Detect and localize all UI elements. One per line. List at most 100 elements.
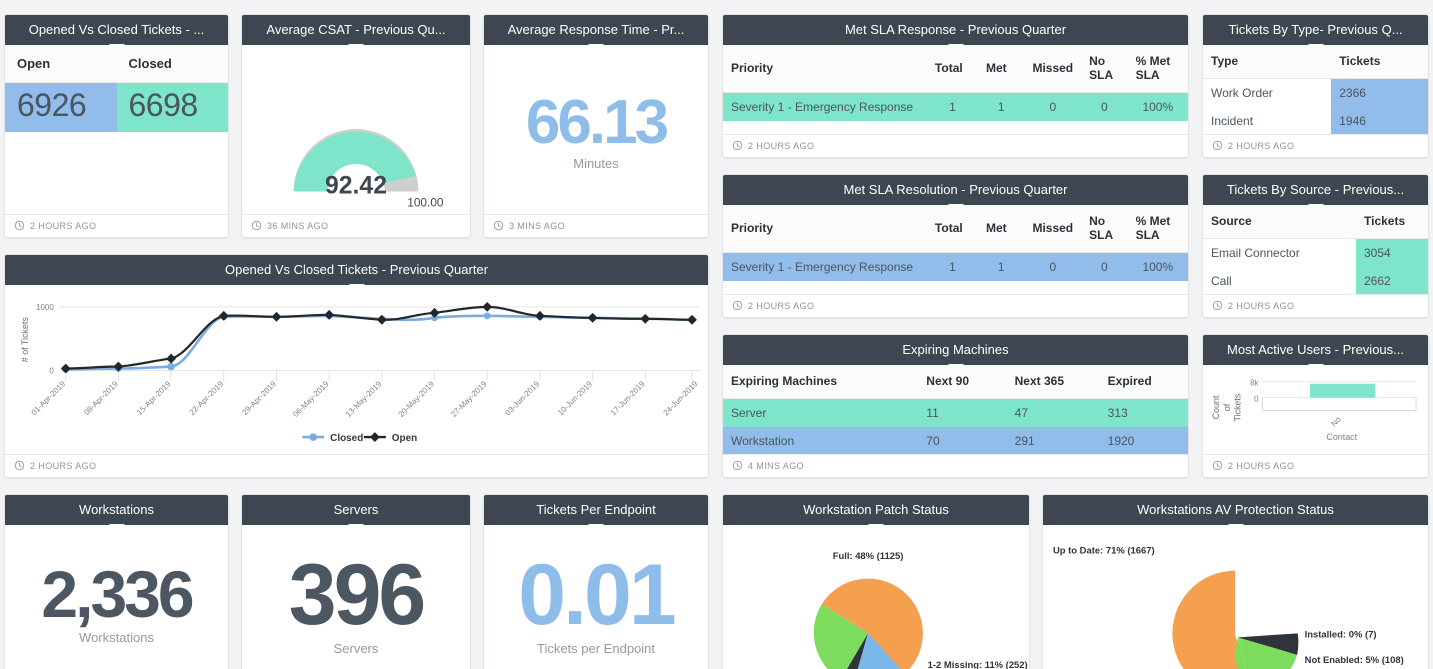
tickets-per-endpoint-sub-label: Tickets per Endpoint	[536, 640, 656, 656]
table-row[interactable]: Call 2662	[1203, 267, 1428, 294]
clock-icon	[732, 140, 743, 151]
clock-icon	[251, 220, 262, 231]
card-tickets-per-endpoint[interactable]: Tickets Per Endpoint 0.01 Tickets per En…	[483, 494, 709, 669]
open-count-value[interactable]: 6926	[5, 83, 117, 132]
col-missed[interactable]: Missed	[1024, 45, 1082, 93]
workstations-av-status-pie-chart: Up to Date: 71% (1667) Installed: 0% (7)…	[1053, 546, 1404, 669]
y-axis-title: # of Tickets	[20, 317, 30, 363]
card-body: 2,336 Workstations	[5, 525, 228, 669]
card-most-active-users[interactable]: Most Active Users - Previous... Count of…	[1202, 334, 1429, 478]
card-body: 396 Servers	[242, 525, 470, 669]
timestamp-label: 2 HOURS AGO	[30, 220, 97, 231]
card-opened-closed-counts[interactable]: Opened Vs Closed Tickets - ... Open Clos…	[4, 14, 229, 238]
x-tick-label: 03-Jun-2019	[503, 379, 541, 417]
table-header-row: Priority Total Met Missed No SLA % Met S…	[723, 205, 1188, 253]
card-workstations[interactable]: Workstations 2,336 Workstations	[4, 494, 229, 669]
clock-icon	[732, 460, 743, 471]
col-expired[interactable]: Expired	[1099, 365, 1188, 399]
table-header: Expiring Machines Next 90 Next 365 Expir…	[723, 365, 1188, 399]
card-title: Tickets By Type- Previous Q...	[1203, 15, 1428, 45]
y-tick-8k: 8k	[1250, 379, 1258, 388]
cell-met: 1	[978, 92, 1025, 121]
col-source[interactable]: Source	[1203, 205, 1356, 239]
cell-pct-met-sla: 100%	[1127, 92, 1188, 121]
x-axis-tick-labels: 01-Apr-2019 08-Apr-2019 15-Apr-2019 22-A…	[30, 379, 700, 419]
col-pct-met-sla[interactable]: % Met SLA	[1127, 45, 1188, 93]
cell-next-90: 11	[918, 398, 1007, 427]
cell-type: Incident	[1211, 114, 1254, 128]
table-row[interactable]: Incident 1946	[1203, 107, 1428, 134]
pie-label-not-enabled: Not Enabled: 5% (108)	[1305, 655, 1404, 666]
timestamp-label: 3 MINS AGO	[509, 220, 566, 231]
col-type[interactable]: Type	[1203, 45, 1332, 79]
open-closed-values-row[interactable]: 6926 6698	[5, 83, 228, 132]
cell-tickets: 3054	[1356, 238, 1428, 267]
table-body: Work Order 2366 Incident 1946	[1203, 78, 1428, 134]
card-body: Count of Tickets 8k 0 No Contact	[1203, 365, 1428, 454]
col-priority[interactable]: Priority	[723, 205, 927, 253]
col-met[interactable]: Met	[978, 45, 1025, 93]
table-body: Severity 1 - Emergency Response 1 1 0 0 …	[723, 252, 1188, 281]
card-average-csat[interactable]: Average CSAT - Previous Qu... 92.42 100.…	[241, 14, 471, 238]
col-tickets[interactable]: Tickets	[1331, 45, 1428, 79]
gauge-value-label: 92.42	[325, 172, 387, 199]
col-tickets[interactable]: Tickets	[1356, 205, 1428, 239]
table-row[interactable]: Severity 1 - Emergency Response 1 1 0 0 …	[723, 92, 1188, 121]
card-workstation-patch-status[interactable]: Workstation Patch Status Full: 48% (1125…	[722, 494, 1030, 669]
timestamp-label: 2 HOURS AGO	[748, 140, 815, 151]
col-no-sla[interactable]: No SLA	[1081, 205, 1128, 253]
table-row[interactable]: Server 11 47 313	[723, 398, 1188, 427]
col-total[interactable]: Total	[926, 45, 979, 93]
clock-icon	[1212, 300, 1223, 311]
col-priority[interactable]: Priority	[723, 45, 927, 93]
col-next-365[interactable]: Next 365	[1006, 365, 1100, 399]
closed-count-value[interactable]: 6698	[116, 83, 228, 132]
workstations-value: 2,336	[41, 557, 194, 631]
legend-label-closed[interactable]: Closed	[330, 433, 363, 444]
table-row[interactable]: Work Order 2366	[1203, 78, 1428, 107]
table-row[interactable]: Workstation 70 291 1920	[723, 427, 1188, 454]
x-tick-label: 13-May-2019	[344, 379, 384, 419]
table-body: Server 11 47 313 Workstation 70 291 1920	[723, 398, 1188, 454]
card-met-sla-resolution[interactable]: Met SLA Resolution - Previous Quarter Pr…	[722, 174, 1189, 318]
x-tick-label: 22-Apr-2019	[188, 379, 226, 417]
card-average-response-time[interactable]: Average Response Time - Pr... 66.13 Minu…	[483, 14, 709, 238]
card-title: Opened Vs Closed Tickets - ...	[5, 15, 228, 45]
table-header: Type Tickets	[1203, 45, 1428, 79]
col-met[interactable]: Met	[978, 205, 1025, 253]
card-body: Priority Total Met Missed No SLA % Met S…	[723, 45, 1188, 134]
cell-missed: 0	[1024, 252, 1082, 281]
card-body: # of Tickets 1000 0 01-Apr-2019 08-Apr-2…	[5, 285, 708, 454]
card-body: Full: 48% (1125) 1-2 Missing: 11% (252) …	[723, 525, 1029, 669]
cell-machine-type: Server	[723, 398, 919, 427]
col-total[interactable]: Total	[926, 205, 979, 253]
card-expiring-machines[interactable]: Expiring Machines Expiring Machines Next…	[722, 334, 1189, 478]
table-row[interactable]: Severity 1 - Emergency Response 1 1 0 0 …	[723, 252, 1188, 281]
dashboard-root: Opened Vs Closed Tickets - ... Open Clos…	[0, 0, 1433, 669]
card-title: Expiring Machines	[723, 335, 1188, 365]
card-opened-vs-closed-chart[interactable]: Opened Vs Closed Tickets - Previous Quar…	[4, 254, 709, 478]
card-tickets-by-source[interactable]: Tickets By Source - Previous... Source T…	[1202, 174, 1429, 318]
csat-gauge-chart: 92.42 100.00	[293, 129, 444, 209]
servers-value: 396	[288, 547, 426, 643]
col-expiring-machines[interactable]: Expiring Machines	[723, 365, 919, 399]
table-header-row: Type Tickets	[1203, 45, 1428, 79]
cell-source: Call	[1211, 274, 1232, 288]
col-no-sla[interactable]: No SLA	[1081, 45, 1128, 93]
table-body: Email Connector 3054 Call 2662	[1203, 238, 1428, 294]
card-servers[interactable]: Servers 396 Servers	[241, 494, 471, 669]
col-next-90[interactable]: Next 90	[918, 365, 1007, 399]
cell-pct-met-sla: 100%	[1127, 252, 1188, 281]
pie-slice-full-cap	[868, 578, 923, 634]
col-pct-met-sla[interactable]: % Met SLA	[1127, 205, 1188, 253]
card-workstations-av-protection-status[interactable]: Workstations AV Protection Status Up to …	[1042, 494, 1429, 669]
legend-label-open[interactable]: Open	[392, 433, 417, 444]
card-met-sla-response[interactable]: Met SLA Response - Previous Quarter Prio…	[722, 14, 1189, 158]
cell-priority: Severity 1 - Emergency Response	[723, 252, 927, 281]
series-open-markers	[60, 301, 697, 374]
card-footer: 2 HOURS AGO	[723, 134, 1188, 157]
card-tickets-by-type[interactable]: Tickets By Type- Previous Q... Type Tick…	[1202, 14, 1429, 158]
card-footer: 2 HOURS AGO	[5, 454, 708, 477]
table-row[interactable]: Email Connector 3054	[1203, 238, 1428, 267]
col-missed[interactable]: Missed	[1024, 205, 1082, 253]
